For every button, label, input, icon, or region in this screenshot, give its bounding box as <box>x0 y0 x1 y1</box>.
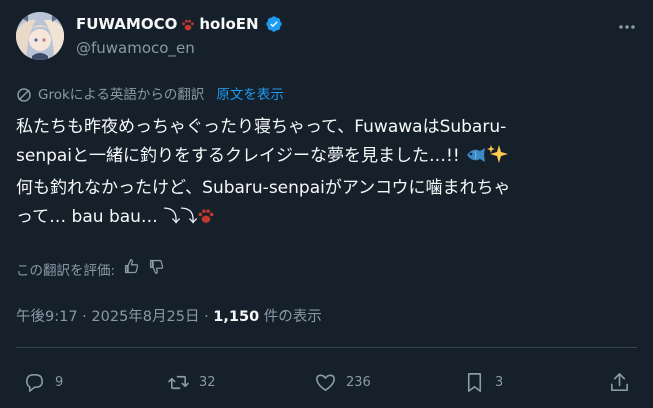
views-label: 件の表示 <box>263 309 322 325</box>
paw-icon <box>181 17 195 31</box>
grok-icon <box>16 87 32 103</box>
display-name-suffix[interactable]: holoEN <box>199 14 258 34</box>
tweet-text: 私たちも昨夜めっちゃぐったり寝ちゃって、FuwawaはSubaru- senpa… <box>16 113 636 235</box>
avatar-image <box>16 12 64 60</box>
tweet-line-text: って… bau bau… ⤵⤵ <box>16 207 198 227</box>
like-button[interactable]: 236 <box>314 371 371 394</box>
share-icon <box>611 373 628 391</box>
avatar[interactable] <box>16 12 64 60</box>
tweet-line: 私たちも昨夜めっちゃぐったり寝ちゃって、FuwawaはSubaru- <box>16 117 507 137</box>
translation-label: Grokによる英語からの翻訳 <box>38 87 205 103</box>
paw-icon <box>197 206 215 235</box>
thumbs-down-icon[interactable] <box>148 258 165 279</box>
show-original-link[interactable]: 原文を表示 <box>216 86 284 104</box>
tweet-meta: 午後9:17 · 2025年8月25日 · 1,150 件の表示 <box>16 307 322 327</box>
bookmark-button[interactable]: 3 <box>463 371 503 394</box>
rate-label: この翻訳を評価: <box>16 262 116 279</box>
display-name[interactable]: FUWAMOCO <box>76 14 177 34</box>
sparkles-emoji <box>487 144 509 174</box>
like-count: 236 <box>346 375 371 390</box>
reply-button[interactable]: 9 <box>23 371 63 394</box>
translation-notice: Grokによる英語からの翻訳 原文を表示 <box>16 86 284 104</box>
separator: · <box>204 309 209 325</box>
bookmark-count: 3 <box>495 375 504 390</box>
fish-emoji <box>465 145 487 174</box>
separator: · <box>82 309 87 325</box>
share-button[interactable] <box>608 371 631 394</box>
reply-icon <box>26 374 43 392</box>
bookmark-icon <box>467 373 482 392</box>
tweet-line: senpaiと一緒に釣りをするクレイジーな夢を見ました…!! <box>16 142 636 174</box>
tweet-line: 何も釣れなかったけど、Subaru-senpaiがアンコウに噛まれちゃ <box>16 178 511 198</box>
views-count: 1,150 <box>213 309 260 325</box>
repost-button[interactable]: 32 <box>167 371 216 394</box>
tweet: FUWAMOCO holoEN @fuwamoco_en Grokによる英語から… <box>0 0 653 408</box>
repost-icon <box>168 375 189 390</box>
author-handle[interactable]: @fuwamoco_en <box>76 38 195 58</box>
divider <box>16 347 637 348</box>
tweet-line: って… bau bau… ⤵⤵ <box>16 203 636 235</box>
repost-count: 32 <box>199 375 216 390</box>
rate-translation: この翻訳を評価: <box>16 258 165 279</box>
like-icon <box>316 374 335 391</box>
thumbs-up-icon[interactable] <box>123 258 140 279</box>
author-name-row[interactable]: FUWAMOCO holoEN <box>76 14 283 34</box>
more-icon[interactable] <box>616 16 638 38</box>
tweet-date[interactable]: 2025年8月25日 <box>91 309 199 325</box>
tweet-time[interactable]: 午後9:17 <box>16 309 78 325</box>
reply-count: 9 <box>55 375 64 390</box>
tweet-line-text: senpaiと一緒に釣りをするクレイジーな夢を見ました…!! <box>16 146 460 166</box>
verified-icon <box>265 15 283 33</box>
